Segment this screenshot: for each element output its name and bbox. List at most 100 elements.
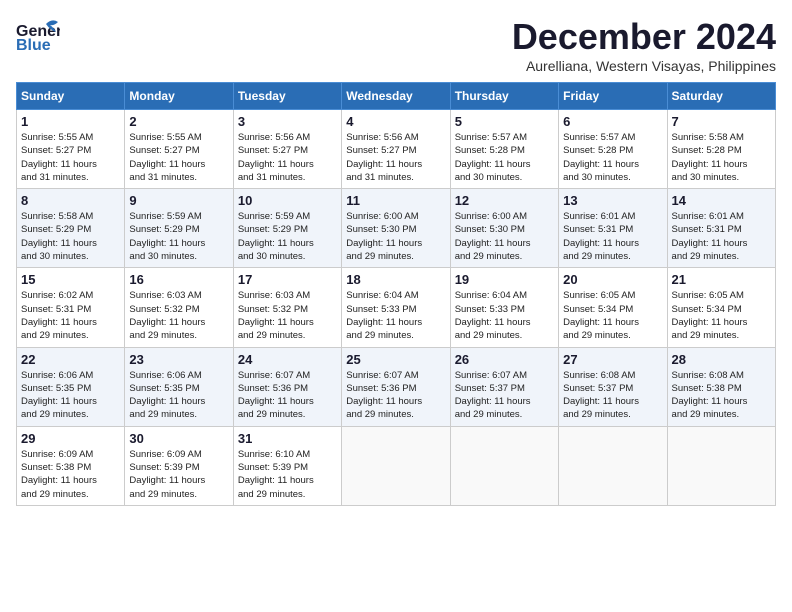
day-number: 14 [672,193,771,208]
calendar-week-2: 8 Sunrise: 5:58 AM Sunset: 5:29 PM Daylig… [17,189,776,268]
day-detail: Sunrise: 5:56 AM Sunset: 5:27 PM Dayligh… [346,131,445,184]
calendar-week-4: 22 Sunrise: 6:06 AM Sunset: 5:35 PM Dayli… [17,347,776,426]
calendar-cell: 22 Sunrise: 6:06 AM Sunset: 5:35 PM Dayli… [17,347,125,426]
calendar-cell: 31 Sunrise: 6:10 AM Sunset: 5:39 PM Dayli… [233,426,341,505]
day-detail: Sunrise: 6:07 AM Sunset: 5:37 PM Dayligh… [455,369,554,422]
day-number: 3 [238,114,337,129]
day-header-tuesday: Tuesday [233,83,341,110]
day-number: 23 [129,352,228,367]
calendar-week-3: 15 Sunrise: 6:02 AM Sunset: 5:31 PM Dayli… [17,268,776,347]
day-number: 2 [129,114,228,129]
calendar-cell: 19Sunrise: 6:04 AM Sunset: 5:33 PM Dayli… [450,268,558,347]
day-header-wednesday: Wednesday [342,83,450,110]
day-detail: Sunrise: 6:03 AM Sunset: 5:32 PM Dayligh… [238,289,337,342]
calendar-cell: 25Sunrise: 6:07 AM Sunset: 5:36 PM Dayli… [342,347,450,426]
day-detail: Sunrise: 6:03 AM Sunset: 5:32 PM Dayligh… [129,289,228,342]
day-number: 20 [563,272,662,287]
calendar-cell: 1 Sunrise: 5:55 AM Sunset: 5:27 PM Daylig… [17,110,125,189]
calendar-week-5: 29 Sunrise: 6:09 AM Sunset: 5:38 PM Dayli… [17,426,776,505]
calendar-cell: 18 Sunrise: 6:04 AM Sunset: 5:33 PM Dayli… [342,268,450,347]
day-number: 16 [129,272,228,287]
day-detail: Sunrise: 5:55 AM Sunset: 5:27 PM Dayligh… [21,131,120,184]
calendar-cell: 12 Sunrise: 6:00 AM Sunset: 5:30 PM Dayli… [450,189,558,268]
calendar-cell: 6 Sunrise: 5:57 AM Sunset: 5:28 PM Daylig… [559,110,667,189]
day-number: 30 [129,431,228,446]
day-detail: Sunrise: 6:07 AM Sunset: 5:36 PM Dayligh… [238,369,337,422]
day-detail: Sunrise: 5:58 AM Sunset: 5:29 PM Dayligh… [21,210,120,263]
calendar-cell: 29 Sunrise: 6:09 AM Sunset: 5:38 PM Dayli… [17,426,125,505]
day-number: 15 [21,272,120,287]
day-header-sunday: Sunday [17,83,125,110]
calendar-table: SundayMondayTuesdayWednesdayThursdayFrid… [16,82,776,506]
day-detail: Sunrise: 5:59 AM Sunset: 5:29 PM Dayligh… [129,210,228,263]
calendar-cell [450,426,558,505]
day-number: 13 [563,193,662,208]
day-detail: Sunrise: 6:04 AM Sunset: 5:33 PM Dayligh… [346,289,445,342]
day-detail: Sunrise: 5:58 AM Sunset: 5:28 PM Dayligh… [672,131,771,184]
day-header-monday: Monday [125,83,233,110]
day-detail: Sunrise: 6:08 AM Sunset: 5:38 PM Dayligh… [672,369,771,422]
calendar-cell: 10Sunrise: 5:59 AM Sunset: 5:29 PM Dayli… [233,189,341,268]
day-number: 6 [563,114,662,129]
day-number: 21 [672,272,771,287]
calendar-cell: 24 Sunrise: 6:07 AM Sunset: 5:36 PM Dayli… [233,347,341,426]
day-number: 29 [21,431,120,446]
logo: General Blue [16,16,60,56]
calendar-cell: 8 Sunrise: 5:58 AM Sunset: 5:29 PM Daylig… [17,189,125,268]
day-detail: Sunrise: 6:01 AM Sunset: 5:31 PM Dayligh… [672,210,771,263]
day-number: 18 [346,272,445,287]
day-detail: Sunrise: 6:01 AM Sunset: 5:31 PM Dayligh… [563,210,662,263]
day-number: 1 [21,114,120,129]
calendar-title: December 2024 [512,16,776,58]
day-header-saturday: Saturday [667,83,775,110]
calendar-header-row: SundayMondayTuesdayWednesdayThursdayFrid… [17,83,776,110]
day-number: 11 [346,193,445,208]
day-number: 8 [21,193,120,208]
calendar-cell: 17 Sunrise: 6:03 AM Sunset: 5:32 PM Dayli… [233,268,341,347]
calendar-cell: 30Sunrise: 6:09 AM Sunset: 5:39 PM Dayli… [125,426,233,505]
day-detail: Sunrise: 6:09 AM Sunset: 5:38 PM Dayligh… [21,448,120,501]
day-number: 22 [21,352,120,367]
day-detail: Sunrise: 6:04 AM Sunset: 5:33 PM Dayligh… [455,289,554,342]
day-number: 4 [346,114,445,129]
calendar-cell: 27 Sunrise: 6:08 AM Sunset: 5:37 PM Dayli… [559,347,667,426]
day-number: 17 [238,272,337,287]
calendar-cell: 26 Sunrise: 6:07 AM Sunset: 5:37 PM Dayli… [450,347,558,426]
day-number: 12 [455,193,554,208]
day-number: 7 [672,114,771,129]
calendar-cell: 4 Sunrise: 5:56 AM Sunset: 5:27 PM Daylig… [342,110,450,189]
calendar-cell: 23Sunrise: 6:06 AM Sunset: 5:35 PM Dayli… [125,347,233,426]
logo-icon: General Blue [16,16,60,56]
day-detail: Sunrise: 6:06 AM Sunset: 5:35 PM Dayligh… [21,369,120,422]
calendar-cell: 20 Sunrise: 6:05 AM Sunset: 5:34 PM Dayli… [559,268,667,347]
day-detail: Sunrise: 5:57 AM Sunset: 5:28 PM Dayligh… [563,131,662,184]
day-detail: Sunrise: 6:05 AM Sunset: 5:34 PM Dayligh… [672,289,771,342]
day-number: 25 [346,352,445,367]
calendar-week-1: 1 Sunrise: 5:55 AM Sunset: 5:27 PM Daylig… [17,110,776,189]
header: General Blue December 2024 Aurelliana, W… [16,16,776,74]
day-number: 5 [455,114,554,129]
calendar-cell: 28 Sunrise: 6:08 AM Sunset: 5:38 PM Dayli… [667,347,775,426]
calendar-cell: 14 Sunrise: 6:01 AM Sunset: 5:31 PM Dayli… [667,189,775,268]
day-number: 26 [455,352,554,367]
day-number: 31 [238,431,337,446]
day-detail: Sunrise: 6:00 AM Sunset: 5:30 PM Dayligh… [455,210,554,263]
day-detail: Sunrise: 6:10 AM Sunset: 5:39 PM Dayligh… [238,448,337,501]
day-detail: Sunrise: 5:55 AM Sunset: 5:27 PM Dayligh… [129,131,228,184]
day-detail: Sunrise: 6:02 AM Sunset: 5:31 PM Dayligh… [21,289,120,342]
calendar-cell: 5 Sunrise: 5:57 AM Sunset: 5:28 PM Daylig… [450,110,558,189]
day-detail: Sunrise: 6:05 AM Sunset: 5:34 PM Dayligh… [563,289,662,342]
calendar-cell: 2 Sunrise: 5:55 AM Sunset: 5:27 PM Daylig… [125,110,233,189]
day-number: 24 [238,352,337,367]
calendar-cell: 3Sunrise: 5:56 AM Sunset: 5:27 PM Daylig… [233,110,341,189]
day-detail: Sunrise: 6:00 AM Sunset: 5:30 PM Dayligh… [346,210,445,263]
calendar-cell: 15 Sunrise: 6:02 AM Sunset: 5:31 PM Dayli… [17,268,125,347]
day-detail: Sunrise: 5:57 AM Sunset: 5:28 PM Dayligh… [455,131,554,184]
day-header-friday: Friday [559,83,667,110]
day-number: 27 [563,352,662,367]
calendar-cell: 13 Sunrise: 6:01 AM Sunset: 5:31 PM Dayli… [559,189,667,268]
day-header-thursday: Thursday [450,83,558,110]
day-number: 28 [672,352,771,367]
day-detail: Sunrise: 6:08 AM Sunset: 5:37 PM Dayligh… [563,369,662,422]
calendar-body: 1 Sunrise: 5:55 AM Sunset: 5:27 PM Daylig… [17,110,776,506]
